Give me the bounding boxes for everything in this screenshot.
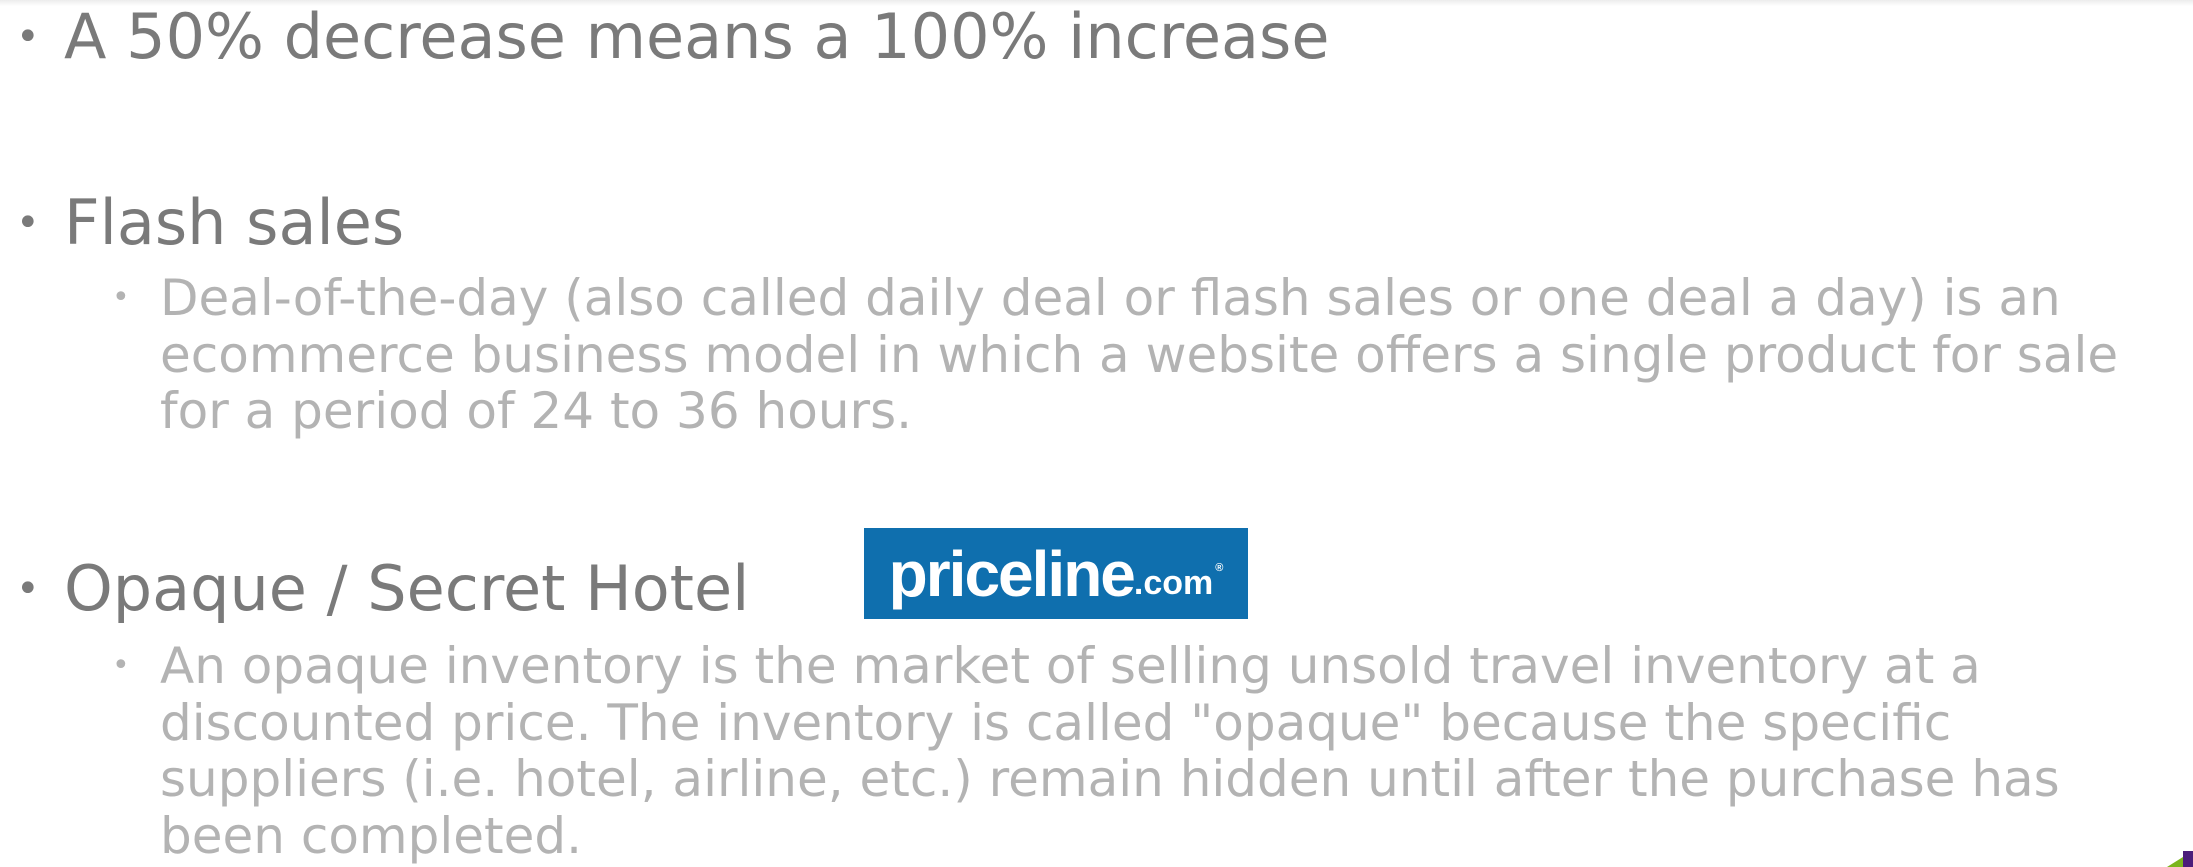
bullet-dot: • <box>16 200 40 246</box>
bullet-2-sub-line-2: ecommerce business model in which a webs… <box>160 325 2119 384</box>
bullet-2-sub: • Deal-of-the-day (also called daily dea… <box>112 269 2119 440</box>
bullet-3: • Opaque / Secret Hotel <box>16 554 749 624</box>
bullet-2-sub-line-1: Deal-of-the-day (also called daily deal … <box>160 269 2061 327</box>
logo-suffix-text: .com <box>1133 563 1214 602</box>
bullet-3-sub-line-3: suppliers (i.e. hotel, airline, etc.) re… <box>160 750 2060 808</box>
bullet-3-sub-line-4: been completed. <box>160 806 583 865</box>
bullet-3-text: Opaque / Secret Hotel <box>64 552 750 625</box>
bullet-2-sub-line-3: for a period of 24 to 36 hours. <box>160 382 913 440</box>
bullet-3-sub: • An opaque inventory is the market of s… <box>112 637 2060 865</box>
bullet-2: • Flash sales <box>16 188 404 258</box>
bullet-1-text: A 50% decrease means a 100% increase <box>64 0 1330 73</box>
bullet-dot: • <box>16 14 40 60</box>
bullet-dot: • <box>16 566 40 612</box>
bullet-3-sub-line-1: An opaque inventory is the market of sel… <box>160 637 1981 695</box>
priceline-logo: priceline .com ® <box>864 528 1248 619</box>
bullet-2-text: Flash sales <box>64 186 405 259</box>
bullet-1: • A 50% decrease means a 100% increase <box>16 2 1329 72</box>
sub-bullet-dot: • <box>112 648 130 683</box>
bullet-3-sub-line-2: discounted price. The inventory is calle… <box>160 693 1952 752</box>
corner-decoration-icon <box>2167 851 2193 867</box>
logo-main-text: priceline <box>888 537 1136 610</box>
sub-bullet-dot: • <box>112 280 130 315</box>
logo-registered-mark: ® <box>1215 562 1224 574</box>
